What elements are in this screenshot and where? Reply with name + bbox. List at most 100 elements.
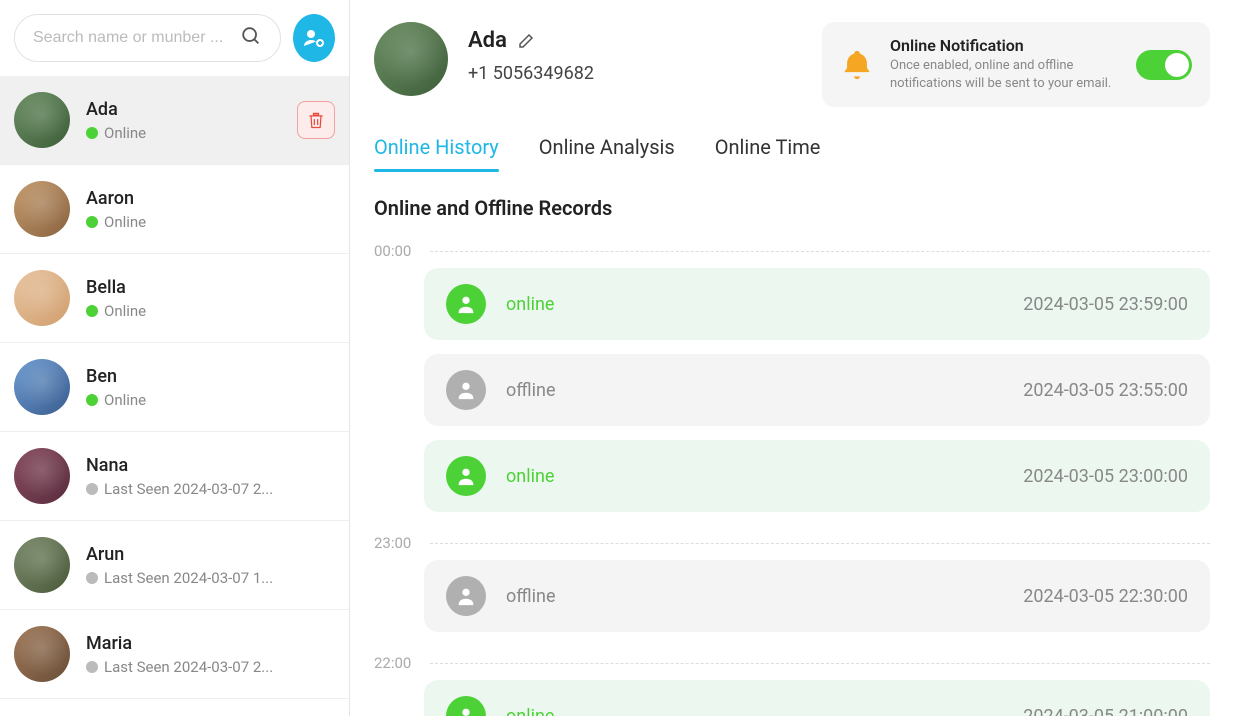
tab[interactable]: Online Time [715,135,821,171]
avatar [14,537,70,593]
contact-item[interactable]: Maria Last Seen 2024-03-07 2... [0,610,349,699]
record-row: online 2024-03-05 21:00:00 [424,680,1210,716]
contact-status: Online [86,124,146,142]
records-title: Online and Offline Records [350,172,1234,234]
contact-info: Bella Online [86,277,146,320]
contact-info: Ada Online [86,99,146,142]
record-timestamp: 2024-03-05 22:30:00 [1023,586,1188,607]
contact-info: Maria Last Seen 2024-03-07 2... [86,633,273,676]
add-contact-button[interactable] [293,14,335,62]
search-box[interactable] [14,14,281,62]
contact-info: Arun Last Seen 2024-03-07 1... [86,544,273,587]
record-list: online 2024-03-05 23:59:00 offline 2024-… [374,268,1210,512]
record-status: offline [506,586,556,607]
person-icon [446,696,486,716]
contact-name: Maria [86,633,273,654]
record-list: online 2024-03-05 21:00:00 [374,680,1210,716]
contact-name: Arun [86,544,273,565]
tab[interactable]: Online History [374,135,499,171]
profile-avatar [374,22,448,96]
contact-status-text: Last Seen 2024-03-07 2... [104,658,273,676]
status-dot [86,216,98,228]
timeline[interactable]: 00:00 online 2024-03-05 23:59:00 offline… [350,234,1234,716]
contact-item[interactable]: Bella Online [0,254,349,343]
contact-info: Ben Online [86,366,146,409]
tabs: Online History Online Analysis Online Time [350,107,1234,172]
profile-name-row: Ada [468,28,594,53]
time-label: 22:00 [374,646,1210,680]
contact-status: Last Seen 2024-03-07 2... [86,658,273,676]
search-input[interactable] [33,29,240,47]
contact-list[interactable]: Ada Online Aaron Online Bella Online [0,76,349,716]
notification-desc: Once enabled, online and offline notific… [890,57,1120,93]
contact-name: Ben [86,366,146,387]
status-dot [86,572,98,584]
contact-item[interactable]: Nana Last Seen 2024-03-07 2... [0,432,349,521]
avatar [14,270,70,326]
profile-name: Ada [468,28,507,53]
contact-status: Online [86,302,146,320]
status-dot [86,127,98,139]
profile-header: Ada +1 5056349682 Online Notification On… [350,22,1234,107]
contact-status: Online [86,213,146,231]
contact-status: Online [86,391,146,409]
record-status: online [506,706,554,716]
avatar [14,448,70,504]
record-timestamp: 2024-03-05 23:55:00 [1023,380,1188,401]
record-status: online [506,466,554,487]
record-status: offline [506,380,556,401]
notification-card: Online Notification Once enabled, online… [822,22,1210,107]
record-list: offline 2024-03-05 22:30:00 [374,560,1210,632]
person-icon [446,576,486,616]
status-dot [86,305,98,317]
contact-status-text: Online [104,213,146,231]
bell-icon [840,48,874,82]
edit-icon[interactable] [517,32,535,50]
contact-info: Aaron Online [86,188,146,231]
contact-name: Ada [86,99,146,120]
avatar [14,626,70,682]
notification-text: Online Notification Once enabled, online… [890,36,1120,93]
avatar [14,92,70,148]
time-label: 23:00 [374,526,1210,560]
contact-info: Nana Last Seen 2024-03-07 2... [86,455,273,498]
main-panel: Ada +1 5056349682 Online Notification On… [350,0,1234,716]
contact-status: Last Seen 2024-03-07 2... [86,480,273,498]
person-icon [446,370,486,410]
person-icon [446,456,486,496]
search-icon [240,25,262,51]
record-timestamp: 2024-03-05 23:59:00 [1023,294,1188,315]
contact-item[interactable]: Ben Online [0,343,349,432]
delete-button[interactable] [297,101,335,139]
contact-name: Nana [86,455,273,476]
search-row [0,0,349,76]
contact-item[interactable]: Arun Last Seen 2024-03-07 1... [0,521,349,610]
profile-text: Ada +1 5056349682 [468,22,594,84]
notification-toggle[interactable] [1136,50,1192,80]
record-row: offline 2024-03-05 23:55:00 [424,354,1210,426]
sidebar: Ada Online Aaron Online Bella Online [0,0,350,716]
record-row: online 2024-03-05 23:59:00 [424,268,1210,340]
profile-phone: +1 5056349682 [468,63,594,84]
contact-status-text: Last Seen 2024-03-07 1... [104,569,273,587]
record-timestamp: 2024-03-05 23:00:00 [1023,466,1188,487]
status-dot [86,394,98,406]
record-status: online [506,294,554,315]
contact-item[interactable]: Ada Online [0,76,349,165]
status-dot [86,661,98,673]
contact-status-text: Online [104,391,146,409]
contact-status: Last Seen 2024-03-07 1... [86,569,273,587]
person-icon [446,284,486,324]
record-timestamp: 2024-03-05 21:00:00 [1023,706,1188,716]
record-row: online 2024-03-05 23:00:00 [424,440,1210,512]
tab[interactable]: Online Analysis [539,135,675,171]
contact-status-text: Online [104,124,146,142]
notification-title: Online Notification [890,36,1120,55]
record-row: offline 2024-03-05 22:30:00 [424,560,1210,632]
contact-status-text: Online [104,302,146,320]
contact-item[interactable]: Aaron Online [0,165,349,254]
status-dot [86,483,98,495]
avatar [14,359,70,415]
contact-status-text: Last Seen 2024-03-07 2... [104,480,273,498]
avatar [14,181,70,237]
